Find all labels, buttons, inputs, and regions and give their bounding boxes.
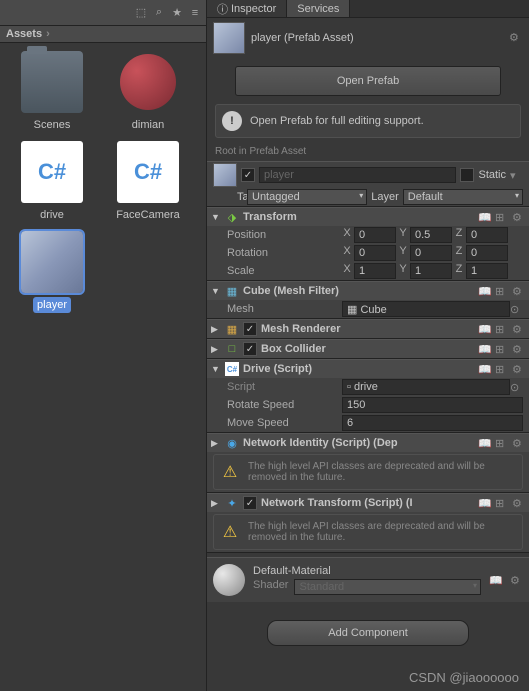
comp-checkbox[interactable] [243, 342, 257, 356]
favorite-icon[interactable]: ★ [170, 6, 184, 20]
foldout-icon[interactable]: ▼ [211, 286, 221, 296]
gear-icon[interactable]: ⚙ [512, 343, 525, 356]
rot-y[interactable]: 0 [410, 245, 452, 261]
prefab-icon [21, 231, 83, 293]
rot-z[interactable]: 0 [466, 245, 508, 261]
gear-icon[interactable]: ⚙ [510, 574, 523, 587]
foldout-icon[interactable]: ▼ [211, 364, 221, 374]
mesh-field[interactable]: ▦ Cube [342, 301, 510, 317]
preset-icon[interactable]: ⊞ [495, 363, 508, 376]
open-prefab-button[interactable]: Open Prefab [235, 66, 501, 96]
tag-dropdown[interactable]: Untagged [247, 189, 367, 205]
scl-y[interactable]: 1 [410, 263, 452, 279]
inspector-icon: ⓘ [217, 1, 228, 17]
preset-icon[interactable]: ⊞ [495, 437, 508, 450]
material-preview-icon [213, 564, 245, 596]
help-icon[interactable]: 📖 [478, 497, 491, 510]
material-icon [117, 51, 179, 113]
scl-z[interactable]: 1 [466, 263, 508, 279]
foldout-icon[interactable]: ▶ [211, 344, 221, 355]
rotate-speed-field[interactable]: 150 [342, 397, 523, 413]
gear-icon[interactable]: ⚙ [509, 31, 523, 45]
folder-icon [21, 51, 83, 113]
gear-icon[interactable]: ⚙ [512, 437, 525, 450]
material-name: Default-Material [253, 565, 481, 577]
foldout-icon[interactable]: ▶ [211, 324, 221, 335]
foldout-icon[interactable]: ▶ [211, 498, 221, 509]
tab-inspector[interactable]: ⓘInspector [207, 0, 287, 17]
help-icon[interactable]: 📖 [478, 437, 491, 450]
preset-icon[interactable]: ⊞ [495, 285, 508, 298]
gear-icon[interactable]: ⚙ [512, 323, 525, 336]
chevron-down-icon[interactable]: ▾ [510, 169, 523, 182]
rot-x[interactable]: 0 [354, 245, 396, 261]
gear-icon[interactable]: ⚙ [512, 363, 525, 376]
layer-dropdown[interactable]: Default [403, 189, 523, 205]
asset-drive[interactable]: C# drive [8, 141, 96, 223]
script-icon: C# [225, 362, 239, 376]
active-checkbox[interactable] [241, 168, 255, 182]
preset-icon[interactable]: ⊞ [495, 323, 508, 336]
network-transform-icon: ✦ [225, 496, 239, 510]
asset-dimian[interactable]: dimian [104, 51, 192, 133]
help-icon[interactable]: 📖 [478, 343, 491, 356]
search-icon[interactable]: ⌕ [152, 6, 166, 20]
open-prefab-hint: ! Open Prefab for full editing support. [215, 104, 521, 138]
pos-y[interactable]: 0.5 [410, 227, 452, 243]
scl-x[interactable]: 1 [354, 263, 396, 279]
add-component-button[interactable]: Add Component [267, 620, 469, 646]
picker-icon[interactable]: ⊙ [510, 303, 523, 316]
info-icon: ! [222, 111, 242, 131]
mesh-renderer-icon: ▦ [225, 322, 239, 336]
mesh-filter-icon: ▦ [225, 284, 239, 298]
help-icon[interactable]: 📖 [489, 574, 502, 587]
prefab-icon [213, 22, 245, 54]
script-field: ▫ drive [342, 379, 510, 395]
assets-grid: Scenes dimian C# drive C# FaceCamera pla… [0, 43, 206, 321]
box-collider-icon: □ [225, 342, 239, 356]
help-icon[interactable]: 📖 [478, 323, 491, 336]
script-icon: C# [21, 141, 83, 203]
gear-icon[interactable]: ⚙ [512, 285, 525, 298]
preset-icon[interactable]: ⊞ [495, 343, 508, 356]
create-icon[interactable]: ⬚ [134, 6, 148, 20]
gameobject-icon [213, 163, 237, 187]
picker-icon[interactable]: ⊙ [510, 381, 523, 394]
asset-facecamera[interactable]: C# FaceCamera [104, 141, 192, 223]
script-icon: C# [117, 141, 179, 203]
help-icon[interactable]: 📖 [478, 363, 491, 376]
help-icon[interactable]: 📖 [478, 285, 491, 298]
tab-services[interactable]: Services [287, 0, 350, 17]
asset-player[interactable]: player [8, 231, 96, 313]
network-icon: ◉ [225, 436, 239, 450]
preset-icon[interactable]: ⊞ [495, 497, 508, 510]
prefab-name: player (Prefab Asset) [251, 32, 354, 44]
assets-header[interactable]: Assets [0, 26, 206, 43]
watermark: CSDN @jiaoooooo [409, 670, 519, 685]
move-speed-field[interactable]: 6 [342, 415, 523, 431]
comp-checkbox[interactable] [243, 322, 257, 336]
pos-x[interactable]: 0 [354, 227, 396, 243]
warning-icon: ⚠ [220, 522, 240, 542]
transform-icon: ⬗ [225, 210, 239, 224]
comp-checkbox[interactable] [243, 496, 257, 510]
foldout-icon[interactable]: ▼ [211, 212, 221, 222]
menu-icon[interactable]: ≡ [188, 6, 202, 20]
name-field[interactable]: player [259, 167, 456, 183]
foldout-icon[interactable]: ▶ [211, 438, 221, 449]
asset-scenes[interactable]: Scenes [8, 51, 96, 133]
help-icon[interactable]: 📖 [478, 211, 491, 224]
warning-icon: ⚠ [220, 462, 240, 482]
gear-icon[interactable]: ⚙ [512, 497, 525, 510]
gear-icon[interactable]: ⚙ [512, 211, 525, 224]
shader-dropdown[interactable]: Standard [294, 579, 481, 595]
pos-z[interactable]: 0 [466, 227, 508, 243]
root-label: Root in Prefab Asset [207, 142, 529, 161]
static-checkbox[interactable] [460, 168, 474, 182]
preset-icon[interactable]: ⊞ [495, 211, 508, 224]
